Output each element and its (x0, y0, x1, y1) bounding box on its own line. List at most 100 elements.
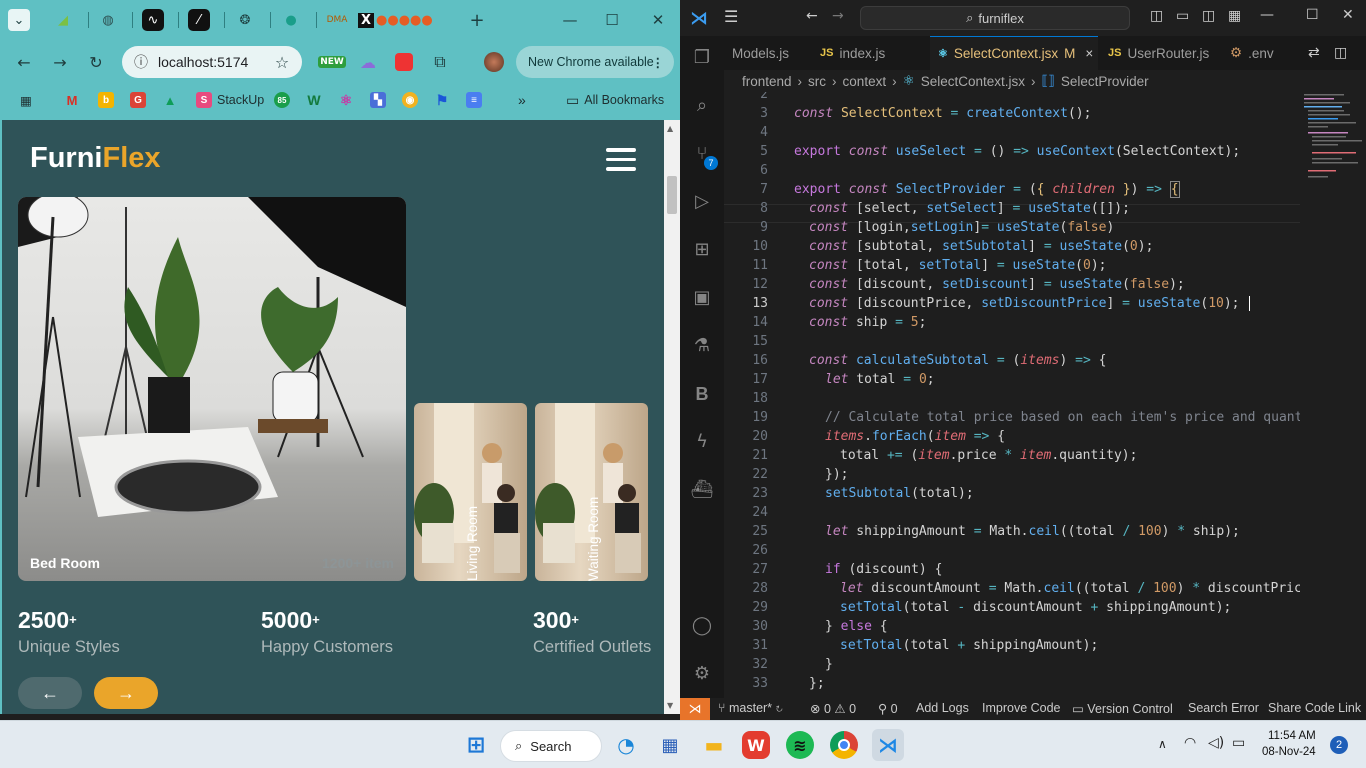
all-bookmarks[interactable]: ▭ All Bookmarks (566, 90, 664, 110)
search-view-icon[interactable]: ⌕ (690, 94, 714, 118)
minimap[interactable] (1300, 92, 1366, 698)
explorer-icon[interactable]: ❐ (690, 46, 714, 70)
compare-changes-icon[interactable]: ⇄ (1308, 44, 1320, 61)
gmail-bookmark[interactable]: M (64, 90, 80, 110)
version-control-button[interactable]: ▭ Version Control (1072, 701, 1173, 716)
tab-3[interactable]: ∿ (142, 9, 164, 31)
add-logs-button[interactable]: Add Logs (916, 701, 969, 715)
bookmarks-overflow-icon[interactable]: » (518, 90, 526, 110)
profile-avatar[interactable] (480, 48, 508, 76)
hamburger-menu-icon[interactable] (606, 148, 636, 172)
accounts-icon[interactable]: ◯ (690, 614, 714, 638)
tab-env[interactable]: ⚙ .env (1222, 36, 1284, 70)
volume-icon[interactable]: ◁) (1208, 735, 1224, 751)
new-tab-button[interactable]: + (466, 9, 488, 31)
tab-4[interactable]: ⁄ (188, 9, 210, 31)
prev-arrow-button[interactable]: ← (18, 677, 82, 709)
google-drive-bookmark[interactable]: ▲ (162, 90, 178, 110)
apps-grid-icon[interactable]: ▦ (20, 90, 32, 110)
wifi-icon[interactable]: ◠ (1184, 735, 1196, 751)
waiting-room-card[interactable]: Waiting Room (535, 403, 648, 581)
bookmark-b[interactable]: b (98, 90, 114, 110)
toggle-secondary-sidebar-icon[interactable]: ◫ (1202, 8, 1215, 24)
site-info-icon[interactable]: ⓘ (134, 52, 148, 72)
tab-userrouter-js[interactable]: JS UserRouter.js (1100, 36, 1218, 70)
taskbar-search[interactable]: ⌕ Search (500, 730, 602, 762)
extensions-icon[interactable]: ⊞ (690, 238, 714, 262)
customize-layout-icon[interactable]: ▦ (1228, 8, 1241, 24)
bookmark-blocks[interactable]: ▚ (370, 90, 386, 110)
page-scrollbar[interactable]: ▲ ▼ (664, 120, 680, 714)
menu-hamburger-icon[interactable]: ☰ (724, 7, 738, 26)
tab-5[interactable]: ❂ (234, 9, 256, 31)
new-chrome-available-button[interactable]: New Chrome available ⋮ (516, 46, 674, 78)
breadcrumb-item[interactable]: SelectContext.jsx (921, 74, 1025, 89)
breadcrumb-item[interactable]: frontend (742, 74, 792, 89)
start-windows-icon[interactable]: ⊞ (460, 729, 492, 761)
spotify-icon[interactable]: ≋ (786, 731, 814, 759)
extensions-puzzle-icon[interactable]: ⧉ (426, 48, 454, 76)
toggle-panel-icon[interactable]: ▭ (1176, 8, 1189, 24)
source-control-icon[interactable]: ⑂ 7 (690, 142, 718, 170)
git-branch-indicator[interactable]: ⑂ master* ↻ (718, 701, 783, 715)
breadcrumb-item[interactable]: src (808, 74, 826, 89)
close-button[interactable]: ✕ (1342, 7, 1354, 23)
clock[interactable]: 11:54 AM 08-Nov-24 (1262, 728, 1316, 760)
tab-index-js[interactable]: JS index.js (812, 36, 928, 70)
chrome-icon[interactable] (830, 731, 858, 759)
bookmark-docs[interactable]: ≡ (466, 90, 482, 110)
breadcrumb-item[interactable]: context (843, 74, 887, 89)
restore-button[interactable]: ☐ (1306, 7, 1319, 23)
close-tab-icon[interactable]: × (1085, 46, 1093, 61)
forward-icon[interactable]: → (46, 48, 74, 76)
wps-office-icon[interactable]: W (742, 731, 770, 759)
vscode-taskbar-icon[interactable]: ⋊ (872, 729, 904, 761)
command-center-search[interactable]: ⌕ furniflex (860, 6, 1130, 30)
extension-red-icon[interactable] (390, 48, 418, 76)
search-error-button[interactable]: Search Error (1188, 701, 1259, 715)
nav-back-icon[interactable]: ← (806, 8, 818, 24)
bookmark-w[interactable]: W (306, 90, 322, 110)
breadcrumb-item[interactable]: SelectProvider (1061, 74, 1149, 89)
minimize-button[interactable]: — (558, 8, 582, 32)
tab-2[interactable]: ◍ (97, 9, 119, 31)
back-icon[interactable]: ← (10, 48, 38, 76)
react-bookmark[interactable]: ⚛ (338, 90, 354, 110)
nav-forward-icon[interactable]: → (832, 8, 844, 24)
tab-selectcontext-jsx[interactable]: ⚛ SelectContext.jsx M × (930, 36, 1098, 70)
improve-code-button[interactable]: Improve Code (982, 701, 1061, 715)
show-hidden-icons[interactable]: ∧ (1158, 737, 1167, 751)
extension-new-icon[interactable]: NEW (318, 48, 346, 76)
code-editor[interactable]: 2 3 4 5 6 7 8 9 10 11 12 13 14 15 16 17 18 19 20 21 22 23 24 25… (724, 92, 1300, 698)
bookmark-flag[interactable]: ⚑ (434, 90, 450, 110)
maximize-button[interactable]: ☐ (600, 8, 624, 32)
edge-icon[interactable]: ◔ (610, 729, 642, 761)
tab-search-icon[interactable]: ⌄ (8, 9, 30, 31)
bookmark-chrome[interactable]: ◉ (402, 90, 418, 110)
extension-cloud-icon[interactable]: ☁ (354, 48, 382, 76)
remote-explorer-icon[interactable]: ▣ (690, 286, 714, 310)
store-icon[interactable]: ▦ (654, 729, 686, 761)
next-arrow-button[interactable]: → (94, 677, 158, 709)
bookmark-g[interactable]: G (130, 90, 146, 110)
remote-indicator-icon[interactable]: ⋊ (680, 698, 710, 720)
manage-gear-icon[interactable]: ⚙ (690, 662, 714, 686)
menu-dots-icon[interactable]: ⋮ (652, 55, 665, 70)
tab-models-js[interactable]: Models.js (724, 36, 797, 70)
b-extension-icon[interactable]: B (690, 382, 714, 406)
tab-8[interactable]: X ●●●●● (358, 9, 433, 31)
tab-6[interactable]: ● (280, 9, 302, 31)
bookmark-star-icon[interactable]: ☆ (268, 48, 296, 76)
site-logo[interactable]: FurniFlex (30, 142, 161, 175)
hero-bedroom-card[interactable]: Bed Room 1200+ item (18, 197, 406, 581)
tab-7[interactable]: DMA (326, 9, 348, 31)
bookmark-badge[interactable]: 85 (274, 90, 290, 110)
ports-indicator[interactable]: ⚲ 0 (878, 701, 898, 716)
docker-icon[interactable]: ⛴ (690, 478, 714, 502)
reload-icon[interactable]: ↻ (82, 48, 110, 76)
bookmark-stackup[interactable]: S StackUp (196, 90, 264, 110)
tab-1[interactable]: ◢ (52, 9, 74, 31)
battery-icon[interactable]: ▭ (1232, 735, 1245, 751)
share-code-link-button[interactable]: Share Code Link (1268, 701, 1361, 715)
thunder-client-icon[interactable]: ϟ (690, 430, 714, 454)
